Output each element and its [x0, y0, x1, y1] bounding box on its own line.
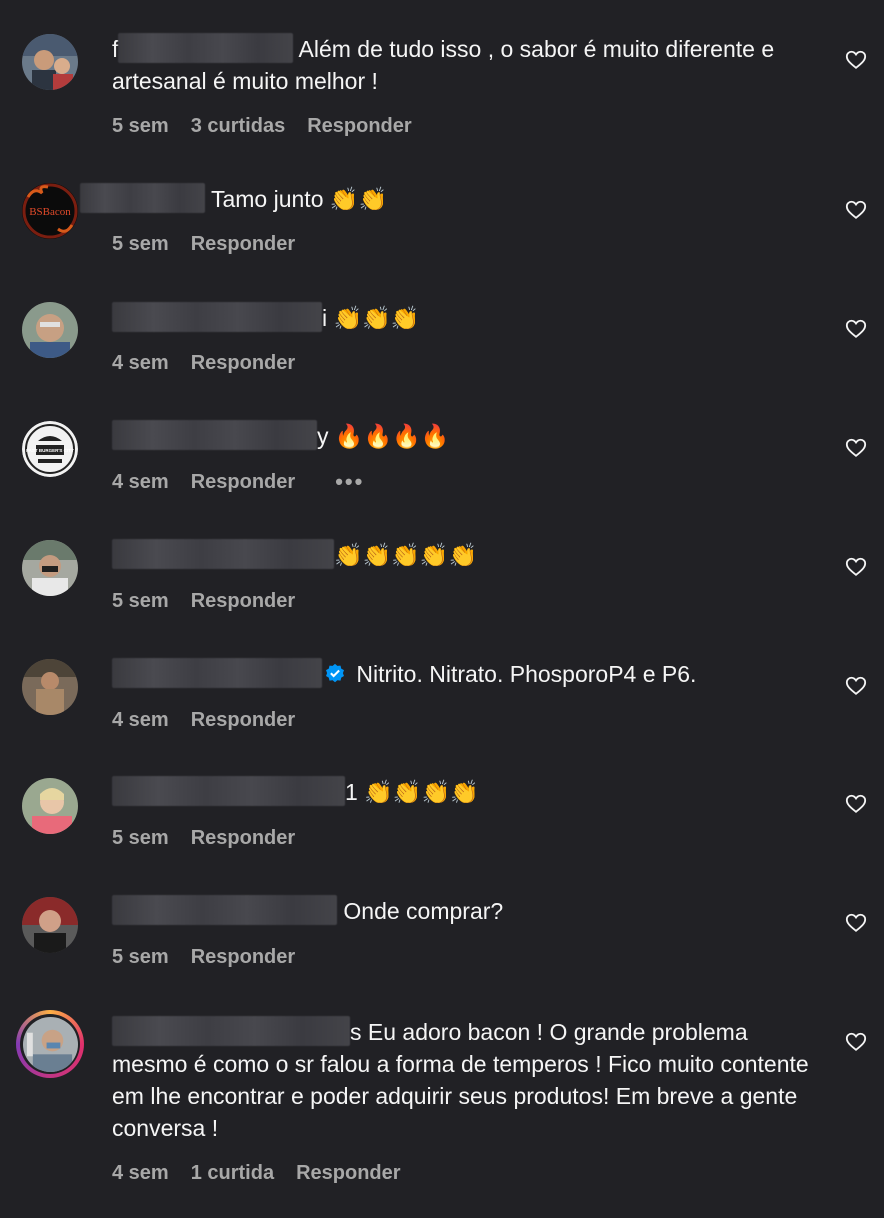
blurred-username: [80, 183, 205, 213]
avatar[interactable]: [22, 778, 78, 834]
avatar[interactable]: [22, 897, 78, 953]
avatar-photo: [22, 540, 78, 596]
comment-text: i 👏👏👏: [112, 302, 814, 334]
comment-time[interactable]: 4 sem: [112, 707, 169, 733]
blurred-username: [112, 895, 337, 925]
reply-button[interactable]: Responder: [191, 588, 295, 614]
reply-button[interactable]: Responder: [307, 113, 411, 139]
avatar-story-ring[interactable]: [16, 1010, 84, 1078]
comment-text: Tamo junto 👏👏: [80, 183, 814, 215]
comment-time[interactable]: 4 sem: [112, 350, 169, 376]
avatar-photo: [22, 302, 78, 358]
comment-text: 👏👏👏👏👏: [112, 539, 814, 571]
avatar-photo: [22, 778, 78, 834]
heart-icon[interactable]: [845, 318, 867, 340]
blurred-username: [112, 302, 322, 332]
comment-body: i 👏👏👏: [322, 305, 420, 331]
comment-time[interactable]: 5 sem: [112, 944, 169, 970]
blurred-username: [112, 539, 334, 569]
reply-button[interactable]: Responder: [296, 1160, 400, 1186]
heart-icon[interactable]: [845, 199, 867, 221]
reply-button[interactable]: Responder: [191, 825, 295, 851]
avatar-photo: [22, 897, 78, 953]
heart-icon[interactable]: [845, 675, 867, 697]
avatar-photo: [22, 659, 78, 715]
comment-text: f Além de tudo isso , o sabor é muito di…: [112, 33, 814, 97]
heart-icon[interactable]: [845, 49, 867, 71]
blurred-username: [112, 658, 322, 688]
likes-count[interactable]: 3 curtidas: [191, 113, 285, 139]
avatar[interactable]: [22, 34, 78, 90]
bsbacon-logo-text: BSBacon: [29, 206, 71, 218]
heart-icon[interactable]: [845, 556, 867, 578]
burger-logo: FAST BURGER'S CITY: [22, 421, 78, 477]
reply-button[interactable]: Responder: [191, 231, 295, 257]
avatar[interactable]: BSBacon: [22, 183, 78, 239]
comment-body: Onde comprar?: [337, 898, 504, 924]
more-options-icon[interactable]: •••: [335, 469, 364, 495]
heart-icon[interactable]: [845, 912, 867, 934]
comment-time[interactable]: 5 sem: [112, 825, 169, 851]
reply-button[interactable]: Responder: [191, 944, 295, 970]
comment-time[interactable]: 5 sem: [112, 231, 169, 257]
heart-icon[interactable]: [845, 793, 867, 815]
comment-body: Nitrito. Nitrato. PhosporoP4 e P6.: [350, 661, 697, 687]
comment-body: 👏👏👏👏👏: [334, 542, 478, 568]
verified-badge-icon: [326, 663, 344, 683]
blurred-username: [112, 776, 345, 806]
reply-button[interactable]: Responder: [191, 469, 295, 495]
avatar[interactable]: [22, 302, 78, 358]
comment-text: y 🔥🔥🔥🔥: [112, 420, 814, 452]
comment-text: 1 👏👏👏👏: [112, 776, 814, 808]
comment-time[interactable]: 4 sem: [112, 1160, 169, 1186]
avatar[interactable]: FAST BURGER'S CITY: [22, 421, 78, 477]
avatar-photo: [22, 1016, 78, 1072]
comment-text: Onde comprar?: [112, 895, 814, 927]
comment-body: 1 👏👏👏👏: [345, 779, 479, 805]
comment-text: s Eu adoro bacon ! O grande problema mes…: [112, 1016, 814, 1144]
heart-icon[interactable]: [845, 437, 867, 459]
comment-text: Nitrito. Nitrato. PhosporoP4 e P6.: [112, 658, 814, 690]
blurred-username: [112, 420, 317, 450]
avatar[interactable]: [22, 540, 78, 596]
comment-time[interactable]: 5 sem: [112, 113, 169, 139]
blurred-username: [112, 1016, 350, 1046]
reply-button[interactable]: Responder: [191, 707, 295, 733]
comment-body: y 🔥🔥🔥🔥: [317, 423, 450, 449]
likes-count[interactable]: 1 curtida: [191, 1160, 274, 1186]
burger-logo-text: FAST BURGER'S CITY: [26, 448, 74, 453]
comment-time[interactable]: 4 sem: [112, 469, 169, 495]
avatar-photo: [22, 34, 78, 90]
comment-body: Tamo junto 👏👏: [205, 186, 388, 212]
comment-time[interactable]: 5 sem: [112, 588, 169, 614]
blurred-username: [118, 33, 294, 63]
reply-button[interactable]: Responder: [191, 350, 295, 376]
avatar[interactable]: [22, 659, 78, 715]
bsbacon-logo: BSBacon: [22, 183, 78, 239]
heart-icon[interactable]: [845, 1031, 867, 1053]
